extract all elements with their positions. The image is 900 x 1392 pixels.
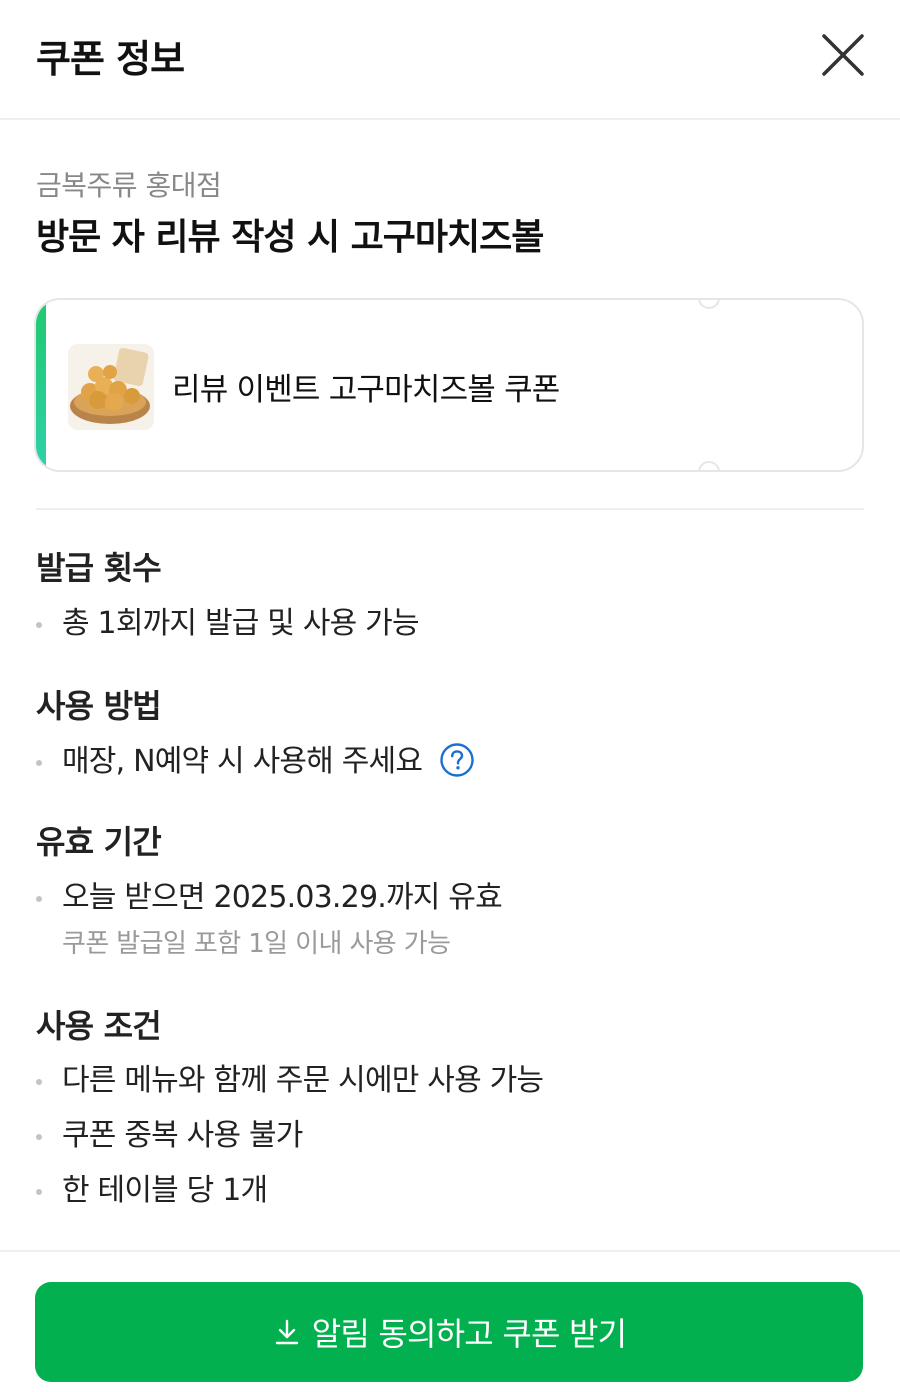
page-title: 쿠폰 정보: [36, 37, 185, 81]
download-icon: [275, 1319, 298, 1345]
list-item-text: 매장, N예약 시 사용해 주세요: [62, 744, 423, 779]
bullet-dot: [36, 1134, 42, 1140]
close-icon: [822, 34, 864, 76]
coupon-food-image: [68, 344, 154, 430]
list-item: 다른 메뉴와 함께 주문 시에만 사용 가능: [36, 1061, 864, 1101]
question-circle-icon[interactable]: [439, 742, 475, 778]
coupon-title: 방문 자 리뷰 작성 시 고구마치즈볼: [36, 217, 544, 258]
list-item-text: 오늘 받으면 2025.03.29.까지 유효: [62, 880, 503, 915]
coupon-info-page: 쿠폰 정보 금복주류 홍대점 방문 자 리뷰 작성 시 고구마치즈볼 리뷰 이벤…: [0, 0, 900, 1392]
coupon-notch-top: [698, 300, 720, 309]
bullet-dot: [36, 1079, 42, 1085]
bullet-dot: [36, 760, 42, 766]
list-item: 한 테이블 당 1개: [36, 1171, 864, 1211]
list-item-text: 한 테이블 당 1개: [62, 1173, 268, 1208]
section-title: 사용 방법: [36, 687, 162, 725]
bullet-dot: [36, 896, 42, 902]
list-item: 오늘 받으면 2025.03.29.까지 유효: [36, 878, 864, 918]
get-coupon-button[interactable]: 알림 동의하고 쿠폰 받기: [35, 1282, 863, 1382]
validity-note: 쿠폰 발급일 포함 1일 이내 사용 가능: [62, 929, 451, 959]
list-item-text: 다른 메뉴와 함께 주문 시에만 사용 가능: [62, 1063, 544, 1098]
list-item: 매장, N예약 시 사용해 주세요: [36, 742, 864, 782]
get-coupon-button-label: 알림 동의하고 쿠폰 받기: [311, 1315, 627, 1353]
coupon-card-name: 리뷰 이벤트 고구마치즈볼 쿠폰: [172, 372, 560, 408]
list-item: 쿠폰 중복 사용 불가: [36, 1116, 864, 1156]
bullet-dot: [36, 1189, 42, 1195]
bullet-dot: [36, 622, 42, 628]
header: 쿠폰 정보: [0, 0, 900, 120]
section-conditions: 사용 조건 다른 메뉴와 함께 주문 시에만 사용 가능 쿠폰 중복 사용 불가…: [36, 1006, 864, 1211]
section-usage-method: 사용 방법 매장, N예약 시 사용해 주세요: [36, 686, 864, 782]
store-name: 금복주류 홍대점: [36, 169, 222, 202]
footer-divider: [0, 1250, 900, 1252]
section-validity: 유효 기간 오늘 받으면 2025.03.29.까지 유효 쿠폰 발급일 포함 …: [36, 822, 864, 962]
close-button[interactable]: [816, 30, 868, 82]
list-item: 총 1회까지 발급 및 사용 가능: [36, 604, 864, 644]
divider: [36, 508, 864, 510]
section-title: 유효 기간: [36, 823, 162, 861]
list-item-text: 쿠폰 중복 사용 불가: [62, 1118, 303, 1153]
coupon-notch-bottom: [698, 461, 720, 470]
section-title: 발급 횟수: [36, 549, 162, 587]
section-title: 사용 조건: [36, 1007, 162, 1045]
section-issue-count: 발급 횟수 총 1회까지 발급 및 사용 가능: [36, 548, 864, 644]
list-item-text: 총 1회까지 발급 및 사용 가능: [62, 606, 420, 641]
coupon-card: 리뷰 이벤트 고구마치즈볼 쿠폰: [34, 298, 864, 472]
coupon-accent-bar: [36, 300, 46, 470]
